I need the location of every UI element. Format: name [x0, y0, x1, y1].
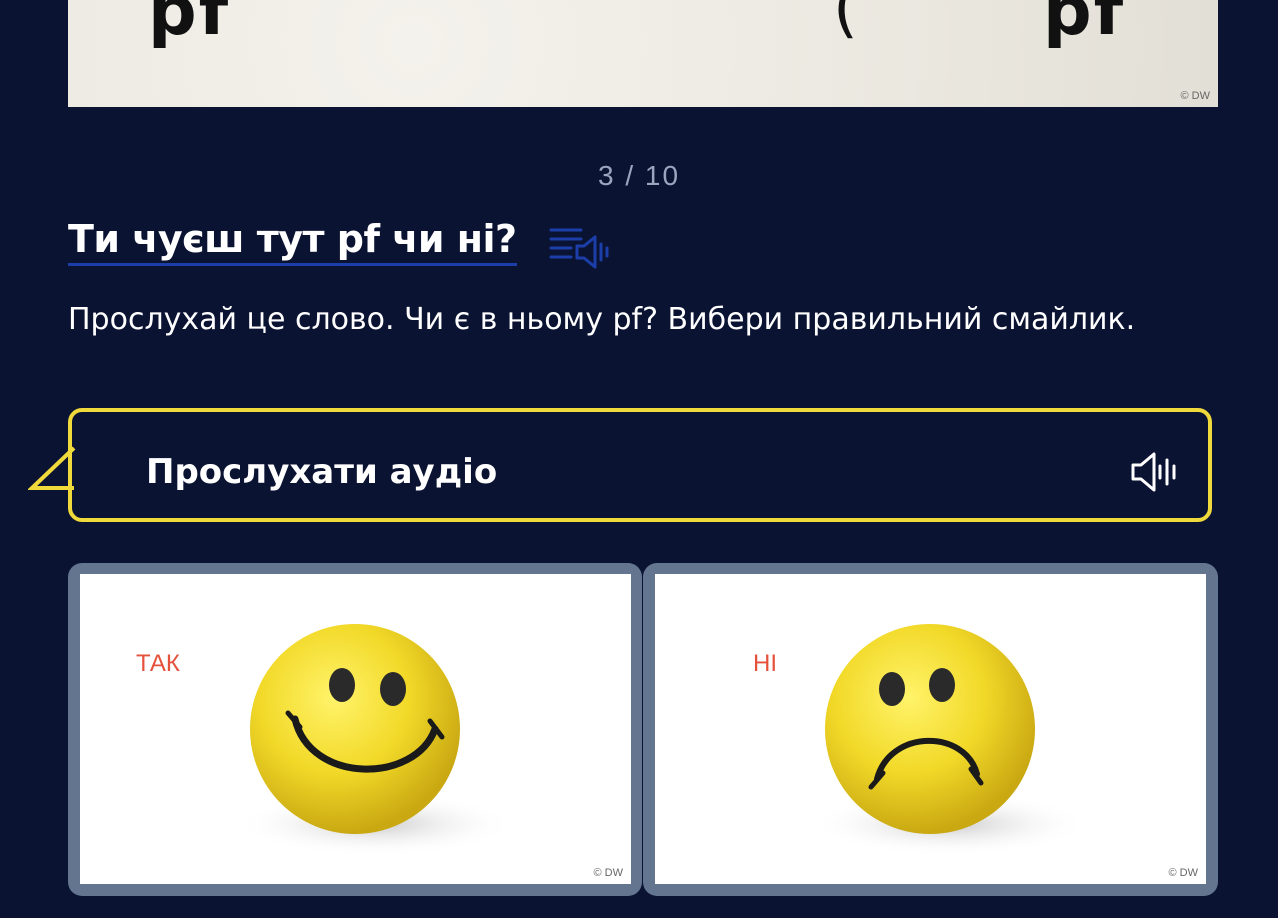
image-credit: © DW	[1180, 90, 1211, 102]
audio-player: Прослухати аудіо	[28, 408, 1220, 530]
image-credit: © DW	[593, 867, 624, 879]
image-credit: © DW	[1168, 867, 1199, 879]
transcript-audio-icon	[549, 228, 609, 269]
exercise-page: pf ( pf © DW 3 / 10 Ти чуєш тут pf чи ні…	[0, 0, 1278, 918]
happy-smiley-image: ТАК © DW	[80, 574, 631, 884]
speaker-icon	[1131, 452, 1176, 492]
sad-smiley-icon	[810, 624, 1090, 856]
question-instruction: Прослухай це слово. Чи є в ньому pf? Виб…	[68, 302, 1136, 337]
sad-smiley-image: НІ © DW	[655, 574, 1206, 884]
transcript-audio-button[interactable]	[549, 224, 611, 272]
answer-label: ТАК	[136, 650, 180, 677]
hero-glyph: pf	[148, 0, 231, 51]
progress-counter: 3 / 10	[597, 160, 681, 191]
answer-option-no[interactable]: НІ © DW	[643, 563, 1218, 896]
answer-options: ТАК © DW НІ © DW	[68, 563, 1218, 896]
play-audio-label: Прослухати аудіо	[146, 452, 498, 492]
hero-glyph: pf	[1043, 0, 1126, 51]
play-audio-button[interactable]: Прослухати аудіо	[68, 408, 1212, 522]
question-header: Ти чуєш тут pf чи ні?	[68, 210, 611, 272]
question-title: Ти чуєш тут pf чи ні?	[68, 217, 517, 266]
answer-label: НІ	[753, 650, 777, 677]
hero-glyph: (	[833, 0, 860, 46]
answer-option-yes[interactable]: ТАК © DW	[68, 563, 642, 896]
happy-smiley-icon	[235, 624, 515, 856]
exercise-image: pf ( pf © DW	[68, 0, 1218, 107]
